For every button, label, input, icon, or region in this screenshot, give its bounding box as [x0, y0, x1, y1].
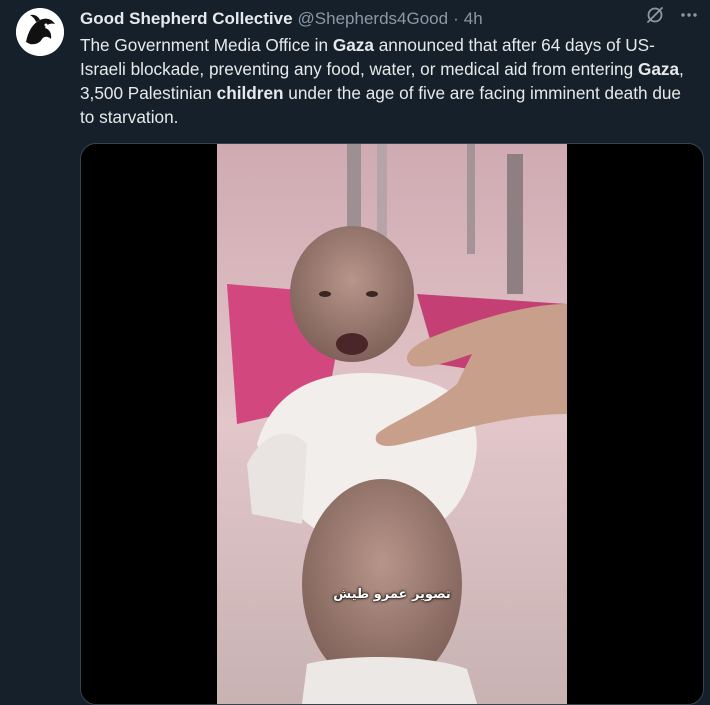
tweet-text-bold: Gaza	[637, 59, 680, 79]
author-handle[interactable]: @Shepherds4Good	[298, 9, 449, 29]
tweet-text-bold: Gaza	[332, 35, 374, 55]
tweet-actions	[644, 4, 700, 26]
tweet-text: The Government Media Office in Gaza anno…	[80, 33, 698, 129]
video-frame[interactable]: تصوير عمرو طيش	[217, 144, 567, 704]
video-caption: تصوير عمرو طيش	[333, 587, 451, 602]
tweet-media[interactable]: تصوير عمرو طيش	[80, 143, 704, 705]
tweet-text-bold: children	[216, 83, 284, 103]
avatar[interactable]	[16, 8, 64, 56]
author-name[interactable]: Good Shepherd Collective	[80, 9, 293, 29]
timestamp[interactable]: 4h	[464, 9, 483, 29]
separator-dot: ·	[453, 9, 459, 28]
grok-icon[interactable]	[644, 4, 666, 26]
video-image	[217, 144, 567, 704]
tweet-text-segment: The Government Media Office in	[80, 35, 333, 55]
tweet-header: Good Shepherd Collective @Shepherds4Good…	[80, 6, 698, 32]
more-icon[interactable]	[678, 4, 700, 26]
tweet[interactable]: Good Shepherd Collective @Shepherds4Good…	[0, 0, 710, 705]
goat-logo-icon	[16, 8, 64, 56]
